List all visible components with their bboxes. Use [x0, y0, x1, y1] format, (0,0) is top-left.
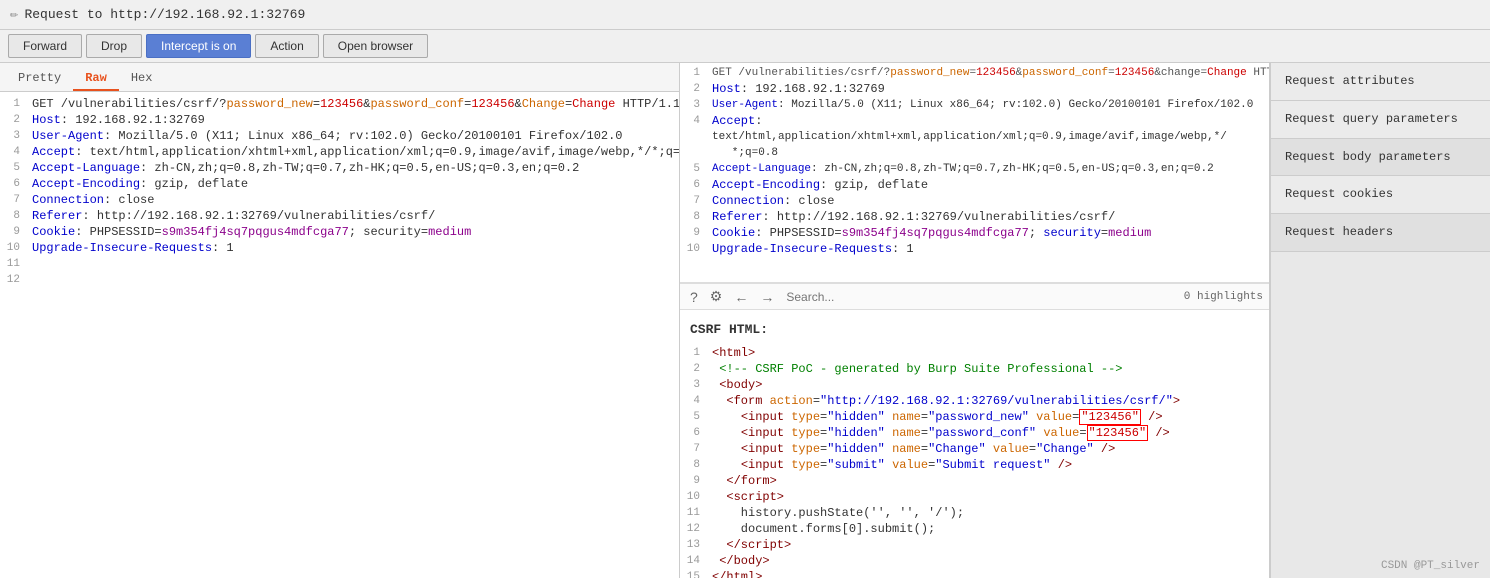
code-line-8: 8 Referer: http://192.168.92.1:32769/vul… — [0, 208, 679, 224]
tab-bar: Pretty Raw Hex — [0, 63, 679, 92]
csrf-line-10: 10 <script> — [680, 489, 1269, 505]
mid-code-line-3: 3 User-Agent: Mozilla/5.0 (X11; Linux x8… — [680, 97, 1269, 113]
mid-code-line-5: 5 Accept-Language: zh-CN,zh;q=0.8,zh-TW;… — [680, 161, 1269, 177]
code-line-1: 1 GET /vulnerabilities/csrf/?password_ne… — [0, 96, 679, 112]
csrf-line-8: 8 <input type="submit" value="Submit req… — [680, 457, 1269, 473]
mid-code-line-8: 8 Referer: http://192.168.92.1:32769/vul… — [680, 209, 1269, 225]
csrf-line-13: 13 </script> — [680, 537, 1269, 553]
csrf-line-4: 4 <form action="http://192.168.92.1:3276… — [680, 393, 1269, 409]
csrf-line-3: 3 <body> — [680, 377, 1269, 393]
csrf-line-6: 6 <input type="hidden" name="password_co… — [680, 425, 1269, 441]
tab-hex[interactable]: Hex — [119, 67, 165, 91]
right-item-cookies[interactable]: Request cookies — [1271, 176, 1490, 214]
search-bar: ? ⚙ ← → 0 highlights — [680, 283, 1269, 310]
code-line-12: 12 — [0, 272, 679, 288]
middle-request-raw: 1 GET /vulnerabilities/csrf/?password_ne… — [680, 63, 1269, 283]
request-code-area[interactable]: 1 GET /vulnerabilities/csrf/?password_ne… — [0, 92, 679, 578]
code-line-2: 2 Host: 192.168.92.1:32769 — [0, 112, 679, 128]
back-icon[interactable]: ← — [730, 287, 752, 307]
right-panel: Request attributes Request query paramet… — [1270, 63, 1490, 578]
csrf-line-11: 11 history.pushState('', '', '/'); — [680, 505, 1269, 521]
forward-icon[interactable]: → — [756, 287, 778, 307]
mid-code-line-9: 9 Cookie: PHPSESSID=s9m354fj4sq7pqgus4md… — [680, 225, 1269, 241]
code-line-6: 6 Accept-Encoding: gzip, deflate — [0, 176, 679, 192]
code-line-10: 10 Upgrade-Insecure-Requests: 1 — [0, 240, 679, 256]
right-item-request-attributes[interactable]: Request attributes — [1271, 63, 1490, 101]
pencil-icon: ✏ — [10, 6, 18, 23]
drop-button[interactable]: Drop — [86, 34, 142, 58]
code-line-3: 3 User-Agent: Mozilla/5.0 (X11; Linux x8… — [0, 128, 679, 144]
code-line-11: 11 — [0, 256, 679, 272]
watermark: CSDN @PT_silver — [1381, 560, 1480, 572]
mid-code-line-4: 4 Accept: — [680, 113, 1269, 129]
csrf-line-14: 14 </body> — [680, 553, 1269, 569]
tab-raw[interactable]: Raw — [73, 67, 119, 91]
middle-panel: 1 GET /vulnerabilities/csrf/?password_ne… — [680, 63, 1270, 578]
csrf-section: CSRF HTML: 1 <html> 2 <!-- CSRF PoC - ge… — [680, 310, 1269, 578]
mid-code-line-4b: text/html,application/xhtml+xml,applicat… — [680, 129, 1269, 161]
mid-code-line-1: 1 GET /vulnerabilities/csrf/?password_ne… — [680, 65, 1269, 81]
csrf-line-15: 15 </html> — [680, 569, 1269, 578]
request-title: Request to http://192.168.92.1:32769 — [24, 7, 305, 22]
action-button[interactable]: Action — [255, 34, 318, 58]
right-item-body-params[interactable]: Request body parameters — [1271, 139, 1490, 177]
right-item-query-params[interactable]: Request query parameters — [1271, 101, 1490, 139]
code-line-4: 4 Accept: text/html,application/xhtml+xm… — [0, 144, 679, 160]
code-line-5: 5 Accept-Language: zh-CN,zh;q=0.8,zh-TW;… — [0, 160, 679, 176]
code-line-9: 9 Cookie: PHPSESSID=s9m354fj4sq7pqgus4md… — [0, 224, 679, 240]
csrf-title: CSRF HTML: — [680, 314, 1269, 345]
csrf-line-9: 9 </form> — [680, 473, 1269, 489]
csrf-line-1: 1 <html> — [680, 345, 1269, 361]
code-line-7: 7 Connection: close — [0, 192, 679, 208]
open-browser-button[interactable]: Open browser — [323, 34, 428, 58]
title-bar: ✏ Request to http://192.168.92.1:32769 — [0, 0, 1490, 30]
csrf-line-2: 2 <!-- CSRF PoC - generated by Burp Suit… — [680, 361, 1269, 377]
intercept-button[interactable]: Intercept is on — [146, 34, 251, 58]
main-content: Pretty Raw Hex 1 GET /vulnerabilities/cs… — [0, 63, 1490, 578]
left-panel: Pretty Raw Hex 1 GET /vulnerabilities/cs… — [0, 63, 680, 578]
help-icon[interactable]: ? — [686, 287, 702, 307]
tab-pretty[interactable]: Pretty — [6, 67, 73, 91]
highlights-count: 0 highlights — [1184, 291, 1263, 303]
csrf-line-5: 5 <input type="hidden" name="password_ne… — [680, 409, 1269, 425]
toolbar: Forward Drop Intercept is on Action Open… — [0, 30, 1490, 63]
mid-code-line-6: 6 Accept-Encoding: gzip, deflate — [680, 177, 1269, 193]
csrf-line-12: 12 document.forms[0].submit(); — [680, 521, 1269, 537]
forward-button[interactable]: Forward — [8, 34, 82, 58]
mid-code-line-7: 7 Connection: close — [680, 193, 1269, 209]
mid-code-line-10: 10 Upgrade-Insecure-Requests: 1 — [680, 241, 1269, 257]
settings-icon[interactable]: ⚙ — [706, 286, 727, 307]
search-input[interactable] — [782, 288, 1179, 306]
mid-code-line-2: 2 Host: 192.168.92.1:32769 — [680, 81, 1269, 97]
right-item-headers[interactable]: Request headers — [1271, 214, 1490, 252]
csrf-line-7: 7 <input type="hidden" name="Change" val… — [680, 441, 1269, 457]
